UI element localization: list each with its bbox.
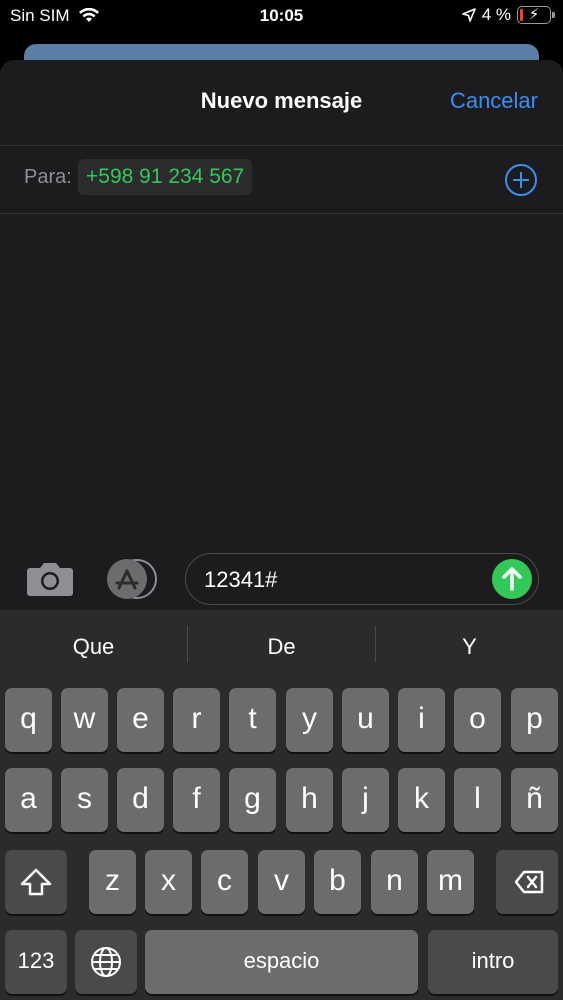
delete-key[interactable]	[496, 850, 558, 914]
cancel-button[interactable]: Cancelar	[450, 88, 538, 114]
globe-key[interactable]	[75, 930, 137, 994]
add-contact-button[interactable]	[505, 164, 537, 196]
location-arrow-icon	[461, 8, 476, 22]
message-input[interactable]: 12341#	[185, 553, 539, 605]
key-t[interactable]: t	[229, 688, 276, 752]
battery-percent: 4 %	[481, 5, 511, 24]
key-a[interactable]: a	[5, 768, 52, 832]
suggestion-bar: Que De Y	[0, 610, 563, 682]
suggestion-3[interactable]: Y	[376, 634, 563, 660]
key-c[interactable]: c	[201, 850, 248, 914]
key-m[interactable]: m	[427, 850, 474, 914]
numbers-key[interactable]: 123	[5, 930, 67, 994]
camera-button[interactable]	[26, 560, 74, 598]
key-s[interactable]: s	[61, 768, 108, 832]
send-button[interactable]	[492, 559, 532, 599]
shift-icon	[20, 868, 52, 896]
key-l[interactable]: l	[454, 768, 501, 832]
key-f[interactable]: f	[173, 768, 220, 832]
key-g[interactable]: g	[229, 768, 276, 832]
recipient-token[interactable]: +598 91 234 567	[78, 159, 253, 195]
divider	[0, 213, 563, 214]
key-i[interactable]: i	[398, 688, 445, 752]
key-j[interactable]: j	[342, 768, 389, 832]
suggestion-1[interactable]: Que	[0, 634, 187, 660]
key-d[interactable]: d	[117, 768, 164, 832]
key-v[interactable]: v	[258, 850, 305, 914]
key-n[interactable]: n	[371, 850, 418, 914]
key-y[interactable]: y	[286, 688, 333, 752]
shift-key[interactable]	[5, 850, 67, 914]
key-x[interactable]: x	[145, 850, 192, 914]
status-bar: Sin SIM 10:05 4 % ⚡	[0, 0, 563, 34]
key-b[interactable]: b	[314, 850, 361, 914]
key-n-tilde[interactable]: ñ	[511, 768, 558, 832]
backspace-icon	[514, 870, 544, 894]
space-key[interactable]: espacio	[145, 930, 418, 994]
key-o[interactable]: o	[454, 688, 501, 752]
key-w[interactable]: w	[61, 688, 108, 752]
app-store-button[interactable]	[105, 559, 157, 599]
key-z[interactable]: z	[89, 850, 136, 914]
key-q[interactable]: q	[5, 688, 52, 752]
arrow-up-icon	[502, 567, 522, 591]
key-r[interactable]: r	[173, 688, 220, 752]
battery-status: 4 % ⚡	[461, 5, 555, 25]
app-store-icon	[107, 559, 157, 599]
new-message-sheet	[0, 60, 563, 610]
keyboard: Que De Y q w e r t y u i o p a s d f g h…	[0, 610, 563, 1000]
globe-icon	[91, 947, 121, 977]
key-h[interactable]: h	[286, 768, 333, 832]
message-input-text: 12341#	[204, 567, 278, 592]
camera-icon	[27, 563, 73, 596]
key-k[interactable]: k	[398, 768, 445, 832]
return-key[interactable]: intro	[428, 930, 558, 994]
key-e[interactable]: e	[117, 688, 164, 752]
battery-icon: ⚡	[517, 6, 555, 24]
key-p[interactable]: p	[511, 688, 558, 752]
to-label: Para:	[24, 166, 72, 188]
key-u[interactable]: u	[342, 688, 389, 752]
suggestion-2[interactable]: De	[188, 634, 375, 660]
divider	[0, 145, 563, 146]
